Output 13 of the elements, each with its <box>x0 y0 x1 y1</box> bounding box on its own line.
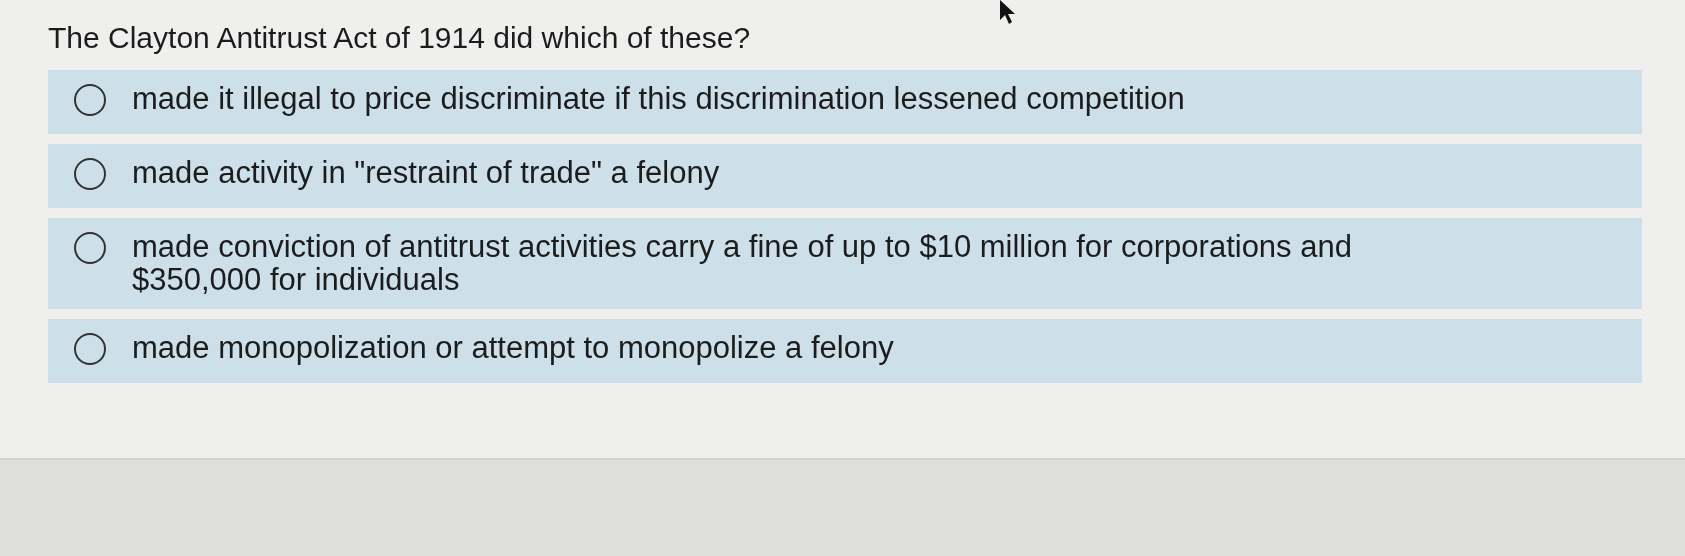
option-text: made conviction of antitrust activities carry a fine of up to $10 million for corporations and $350,000 for individuals <box>132 230 1352 297</box>
question-text: The Clayton Antitrust Act of 1914 did which of these? <box>48 20 752 56</box>
answer-option[interactable]: made it illegal to price discriminate if this discrimination lessened competition <box>48 70 1642 134</box>
answer-option[interactable]: made monopolization or attempt to monopolize a felony <box>48 318 1642 383</box>
option-text: made activity in "restraint of trade" a felony <box>132 156 720 190</box>
option-text: made monopolization or attempt to monopolize a felony <box>132 330 894 365</box>
answer-option[interactable]: made conviction of antitrust activities carry a fine of up to $10 million for corporations and $350,000 for individuals <box>48 218 1642 309</box>
radio-button[interactable] <box>74 158 106 190</box>
radio-button[interactable] <box>74 84 106 116</box>
answer-option[interactable]: made activity in "restraint of trade" a felony <box>48 144 1642 208</box>
radio-button[interactable] <box>74 332 106 365</box>
radio-button[interactable] <box>74 232 106 264</box>
option-text: made it illegal to price discriminate if this discrimination lessened competition <box>132 82 1185 116</box>
